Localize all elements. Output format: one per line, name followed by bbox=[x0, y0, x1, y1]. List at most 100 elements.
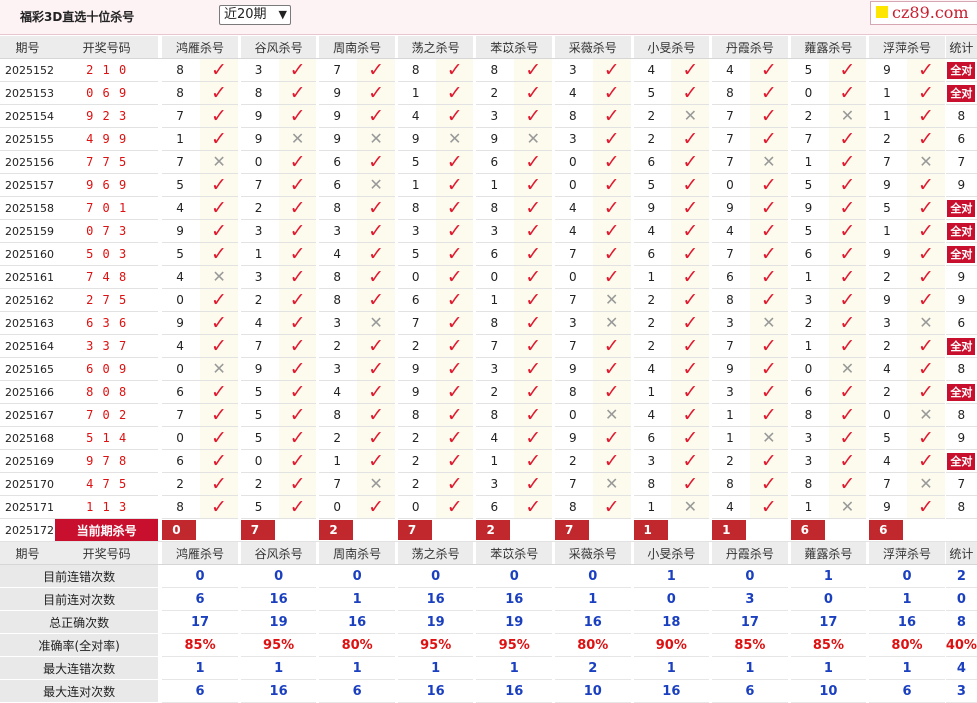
check-icon: ✓ bbox=[603, 220, 620, 242]
kill-number-cell: 0 bbox=[240, 150, 279, 174]
check-icon: ✓ bbox=[211, 381, 227, 403]
all-correct-badge: 全对 bbox=[947, 199, 976, 217]
current-kill-label: 当前期杀号 bbox=[54, 518, 159, 542]
result-mark-cell: ✓ bbox=[435, 380, 474, 404]
row-stat-cell: 8 bbox=[945, 495, 977, 519]
kill-number-cell: 9 bbox=[554, 426, 593, 450]
kill-number-cell: 7 bbox=[554, 242, 593, 266]
check-icon: ✓ bbox=[211, 220, 227, 242]
kill-number-cell: 1 bbox=[869, 104, 908, 128]
check-icon: ✓ bbox=[917, 197, 934, 219]
summary-value: 1 bbox=[790, 564, 867, 588]
result-mark-cell: ✕ bbox=[592, 288, 631, 312]
period-cell: 2025170 bbox=[0, 472, 55, 496]
result-mark-cell: ✓ bbox=[828, 81, 867, 105]
kill-number-cell: 1 bbox=[790, 265, 829, 289]
kill-number-cell: 2 bbox=[162, 472, 201, 496]
correct-count: 9 bbox=[957, 270, 966, 284]
summary-value: 3 bbox=[712, 587, 788, 611]
site-logo[interactable]: cz89.com bbox=[870, 1, 977, 25]
check-icon: ✓ bbox=[839, 82, 856, 104]
result-mark-cell: ✓ bbox=[514, 311, 553, 335]
check-icon: ✓ bbox=[682, 427, 699, 449]
cross-icon: ✕ bbox=[605, 405, 619, 424]
col-header-expert: 蕹露杀号 bbox=[790, 541, 867, 565]
kill-number-cell: 9 bbox=[869, 58, 908, 82]
check-icon: ✓ bbox=[525, 335, 542, 357]
result-mark-cell: ✓ bbox=[200, 81, 238, 105]
check-icon: ✓ bbox=[760, 174, 777, 196]
period-select-value: 近20期 bbox=[224, 7, 267, 22]
summary-value: 95% bbox=[240, 633, 317, 657]
result-mark-cell: ✓ bbox=[750, 334, 788, 358]
result-mark-cell: ✓ bbox=[357, 196, 395, 220]
all-correct-badge: 全对 bbox=[947, 383, 976, 401]
predicted-kill-number: 2 bbox=[476, 520, 511, 540]
all-correct-badge: 全对 bbox=[947, 452, 976, 470]
period-select[interactable]: 近20期 ▼ bbox=[219, 5, 291, 25]
period-cell: 2025161 bbox=[0, 265, 55, 289]
result-mark-cell: ✓ bbox=[435, 219, 474, 243]
result-mark-cell: ✓ bbox=[907, 380, 945, 404]
result-mark-cell: ✓ bbox=[750, 288, 788, 312]
check-icon: ✓ bbox=[760, 197, 777, 219]
col-header-expert: 苯苡杀号 bbox=[476, 36, 553, 59]
period-cell: 2025155 bbox=[0, 127, 55, 151]
draw-number-cell: 6 3 6 bbox=[54, 311, 159, 335]
check-icon: ✓ bbox=[760, 266, 777, 288]
row-stat-cell: 8 bbox=[945, 357, 977, 381]
check-icon: ✓ bbox=[446, 312, 463, 334]
check-icon: ✓ bbox=[211, 450, 227, 472]
kill-number-cell: 0 bbox=[790, 81, 829, 105]
result-mark-cell: ✓ bbox=[671, 150, 710, 174]
col-header-expert: 小旻杀号 bbox=[633, 541, 710, 565]
check-icon: ✓ bbox=[603, 151, 620, 173]
prediction-cell: 1 bbox=[712, 518, 751, 542]
result-mark-cell: ✓ bbox=[278, 219, 317, 243]
kill-number-cell: 3 bbox=[476, 104, 515, 128]
kill-number-cell: 8 bbox=[476, 311, 515, 335]
check-icon: ✓ bbox=[603, 243, 620, 265]
summary-value: 0 bbox=[633, 587, 710, 611]
draw-number-cell: 7 0 2 bbox=[54, 403, 159, 427]
kill-number-cell: 2 bbox=[633, 334, 672, 358]
check-icon: ✓ bbox=[917, 59, 934, 81]
kill-number-cell: 8 bbox=[712, 81, 751, 105]
result-mark-cell: ✕ bbox=[357, 311, 395, 335]
kill-number-cell: 4 bbox=[712, 219, 751, 243]
kill-number-cell: 9 bbox=[162, 219, 201, 243]
kill-number-cell: 3 bbox=[790, 288, 829, 312]
kill-number-cell: 6 bbox=[790, 380, 829, 404]
result-mark-cell: ✓ bbox=[750, 104, 788, 128]
check-icon: ✓ bbox=[760, 358, 777, 380]
col-header-expert: 荡之杀号 bbox=[397, 36, 474, 59]
cross-icon: ✕ bbox=[447, 129, 462, 148]
kill-number-cell: 6 bbox=[319, 150, 358, 174]
kill-number-cell: 4 bbox=[633, 403, 672, 427]
result-mark-cell: ✓ bbox=[200, 403, 238, 427]
col-header-expert: 浮萍杀号 bbox=[869, 36, 945, 59]
check-icon: ✓ bbox=[446, 289, 463, 311]
summary-value: 6 bbox=[712, 679, 788, 703]
check-icon: ✓ bbox=[603, 174, 620, 196]
result-mark-cell: ✓ bbox=[907, 334, 945, 358]
kill-number-cell: 1 bbox=[240, 242, 279, 266]
col-header-expert: 周南杀号 bbox=[319, 541, 395, 565]
result-mark-cell: ✓ bbox=[750, 173, 788, 197]
kill-number-cell: 5 bbox=[397, 242, 436, 266]
summary-value: 1 bbox=[240, 656, 317, 680]
check-icon: ✓ bbox=[289, 404, 306, 426]
result-mark-cell: ✕ bbox=[907, 403, 945, 427]
check-icon: ✓ bbox=[368, 82, 385, 104]
check-icon: ✓ bbox=[525, 151, 542, 173]
kill-number-cell: 9 bbox=[397, 127, 436, 151]
period-cell: 2025165 bbox=[0, 357, 55, 381]
table-row: 2025167 7 0 2 7 ✓ 5 ✓ 8 ✓ 8 ✓ 8 ✓ 0 ✕ 4 ✓ 1 ✓ 8 ✓ 0 ✕ 8 bbox=[0, 403, 977, 427]
table-row: 2025157 9 6 9 5 ✓ 7 ✓ 6 ✕ 1 ✓ 1 ✓ 0 ✓ 5 ✓ 0 ✓ 5 ✓ 9 ✓ 9 bbox=[0, 173, 977, 197]
kill-number-cell: 6 bbox=[790, 242, 829, 266]
result-mark-cell: ✕ bbox=[357, 173, 395, 197]
kill-number-cell: 2 bbox=[319, 426, 358, 450]
check-icon: ✓ bbox=[839, 381, 856, 403]
check-icon: ✓ bbox=[211, 404, 227, 426]
summary-value: 1 bbox=[554, 587, 631, 611]
